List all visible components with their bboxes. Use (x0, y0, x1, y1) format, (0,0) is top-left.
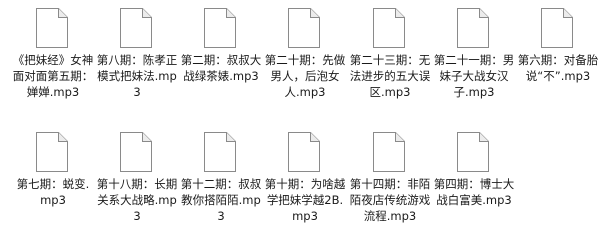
file-item[interactable]: 第二期：叔叔大战绿茶婊.mp3 (180, 0, 262, 122)
file-item[interactable]: 第十八期：长期关系大战略.mp3 (96, 124, 178, 246)
file-name: 第二期：叔叔大战绿茶婊.mp3 (180, 53, 262, 83)
file-name: 第十四期：非陌陌夜店传统游戏流程.mp3 (349, 177, 431, 223)
file-name: 第十二期：叔叔教你搭陌陌.mp3 (180, 177, 262, 223)
generic-file-icon (456, 131, 490, 173)
generic-file-icon (35, 7, 69, 49)
file-item[interactable]: 第六期：对备胎说“不”.mp3 (517, 0, 599, 122)
file-name: 第十期：为啥越学把妹学越2B.mp3 (264, 177, 346, 223)
generic-file-icon (372, 131, 406, 173)
file-item[interactable]: 第八期：陈孝正模式把妹法.mp3 (96, 0, 178, 122)
file-item[interactable]: 第四期：博士大战白富美.mp3 (433, 124, 515, 246)
file-name: 第二十一期：男妹子大战女汉子.mp3 (433, 53, 515, 99)
file-name: 《把妹经》女神面对面第五期：婵婵.mp3 (12, 53, 94, 99)
file-name: 第十八期：长期关系大战略.mp3 (96, 177, 178, 223)
generic-file-icon (372, 7, 406, 49)
file-item[interactable]: 第十二期：叔叔教你搭陌陌.mp3 (180, 124, 262, 246)
file-item[interactable]: 《把妹经》女神面对面第五期：婵婵.mp3 (12, 0, 94, 122)
file-item[interactable]: 第二十三期：无法进步的五大误区.mp3 (349, 0, 431, 122)
file-name: 第八期：陈孝正模式把妹法.mp3 (96, 53, 178, 99)
generic-file-icon (203, 131, 237, 173)
generic-file-icon (119, 7, 153, 49)
file-name: 第六期：对备胎说“不”.mp3 (517, 53, 599, 83)
generic-file-icon (35, 131, 69, 173)
file-name: 第二十期：先做男人，后泡女人.mp3 (264, 53, 346, 99)
generic-file-icon (287, 131, 321, 173)
file-name: 第四期：博士大战白富美.mp3 (433, 177, 515, 207)
generic-file-icon (203, 7, 237, 49)
generic-file-icon (456, 7, 490, 49)
file-item[interactable]: 第二十一期：男妹子大战女汉子.mp3 (433, 0, 515, 122)
file-grid: 《把妹经》女神面对面第五期：婵婵.mp3 第八期：陈孝正模式把妹法.mp3 第二… (0, 0, 605, 247)
file-item[interactable]: 第十期：为啥越学把妹学越2B.mp3 (264, 124, 346, 246)
file-item[interactable]: 第十四期：非陌陌夜店传统游戏流程.mp3 (349, 124, 431, 246)
generic-file-icon (119, 131, 153, 173)
file-name: 第二十三期：无法进步的五大误区.mp3 (349, 53, 431, 99)
generic-file-icon (540, 7, 574, 49)
file-name: 第七期：蜕变.mp3 (16, 177, 90, 207)
generic-file-icon (287, 7, 321, 49)
file-item[interactable]: 第七期：蜕变.mp3 (12, 124, 94, 246)
file-item[interactable]: 第二十期：先做男人，后泡女人.mp3 (264, 0, 346, 122)
